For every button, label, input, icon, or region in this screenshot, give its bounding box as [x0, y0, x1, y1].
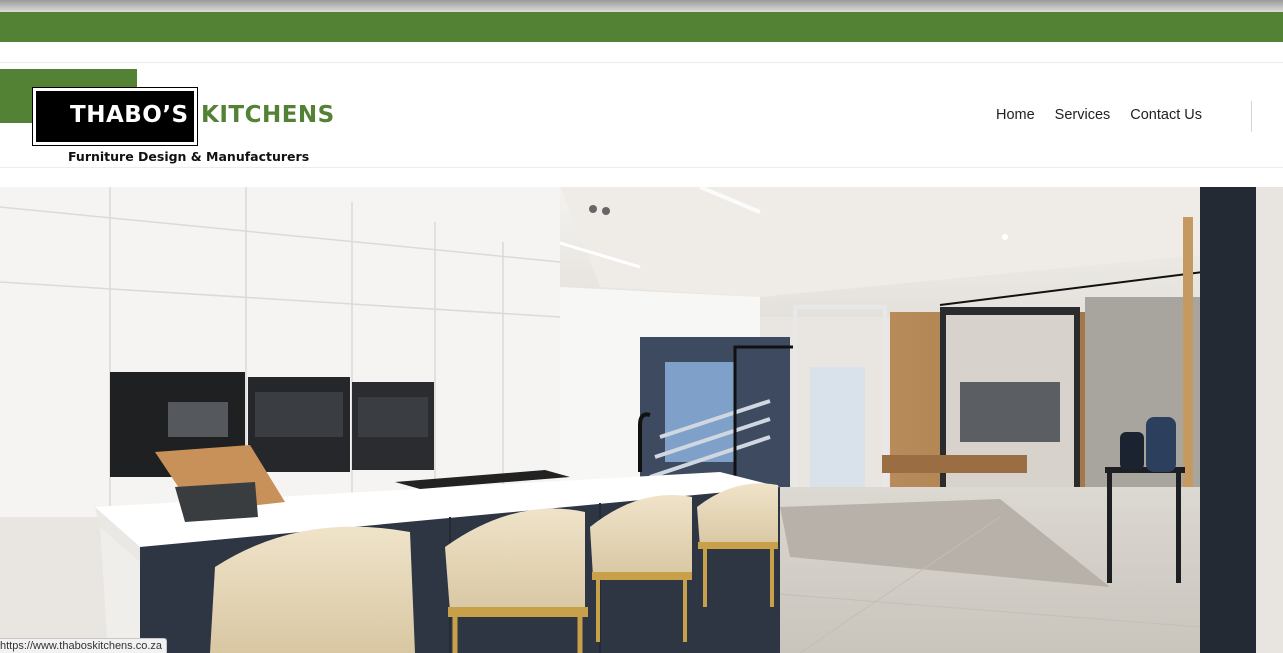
main-nav: Home Services Contact Us — [996, 107, 1202, 123]
logo-name-part2: KITCHENS — [201, 102, 335, 128]
nav-contact-us[interactable]: Contact Us — [1130, 107, 1202, 123]
status-bar-url: https://www.thaboskitchens.co.za — [0, 638, 168, 653]
nav-divider — [1251, 101, 1252, 132]
top-accent-bar — [0, 12, 1283, 42]
nav-services[interactable]: Services — [1055, 107, 1111, 123]
logo-tagline: Furniture Design & Manufacturers — [68, 149, 310, 164]
browser-shadow — [0, 0, 1283, 12]
hero-image — [0, 187, 1283, 653]
logo-name-part1: THABO’S — [70, 102, 189, 128]
site-logo[interactable]: THABO’S KITCHENS Furniture Design & Manu… — [0, 69, 360, 169]
nav-home[interactable]: Home — [996, 107, 1035, 123]
site-header: THABO’S KITCHENS Furniture Design & Manu… — [0, 62, 1283, 168]
hero-kitchen-illustration — [0, 187, 1283, 653]
